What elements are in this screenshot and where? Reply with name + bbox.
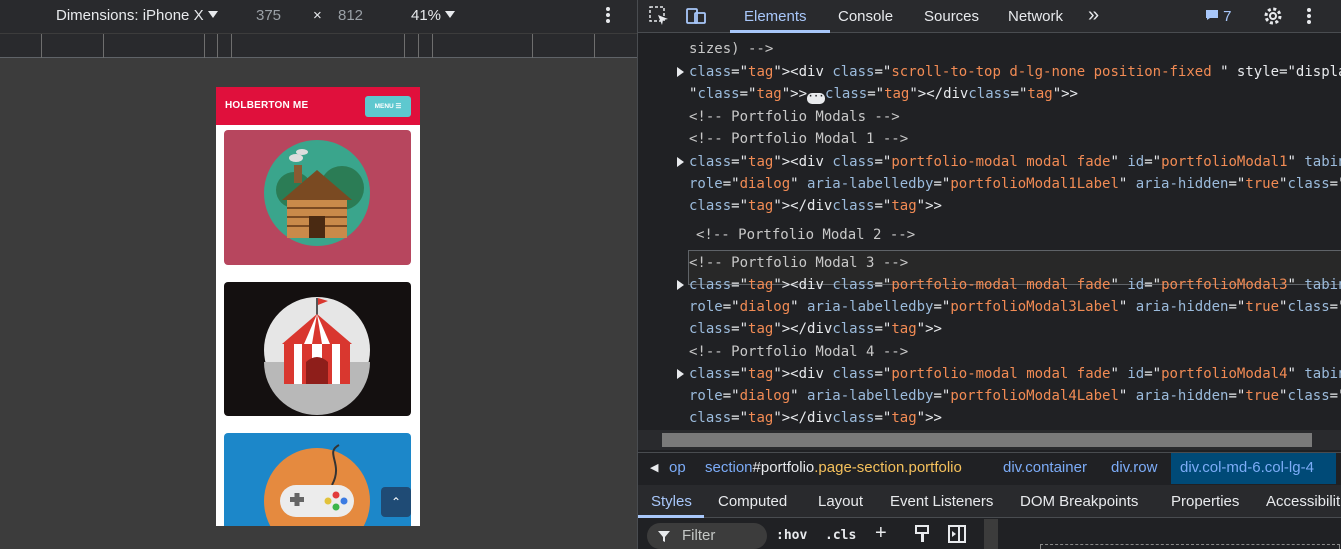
- message-icon: [1206, 10, 1218, 20]
- filter-placeholder: Filter: [682, 527, 716, 544]
- box-model-preview: [1040, 544, 1340, 549]
- toggle-sidebar-icon[interactable]: [948, 525, 966, 547]
- breadcrumb-id: #portfolio: [752, 459, 815, 476]
- issues-badge[interactable]: 7: [1205, 8, 1232, 25]
- dom-line[interactable]: class="tag"><div class="portfolio-modal …: [689, 152, 1341, 172]
- site-navbar: HOLBERTON ME MENU ☰: [216, 87, 420, 125]
- tab-network[interactable]: Network: [1008, 8, 1063, 25]
- breadcrumb-item[interactable]: op: [669, 459, 686, 476]
- chevron-down-icon: [207, 11, 218, 18]
- filter-input[interactable]: Filter: [647, 523, 767, 549]
- dom-line[interactable]: <!-- Portfolio Modal 4 -->: [689, 342, 908, 362]
- active-subtab-indicator: [638, 515, 704, 518]
- dom-line-text: role="dialog" aria-labelledby="portfolio…: [689, 388, 1341, 404]
- dom-line[interactable]: class="tag"><div class="portfolio-modal …: [689, 275, 1341, 295]
- tab-event-listeners[interactable]: Event Listeners: [890, 493, 993, 510]
- dom-line[interactable]: <!-- Portfolio Modal 3 -->: [689, 253, 908, 273]
- hov-toggle[interactable]: :hov: [776, 528, 807, 543]
- device-select[interactable]: Dimensions: iPhone X: [56, 7, 218, 24]
- breadcrumb: ◀ op section#portfolio.page-section.port…: [638, 452, 1341, 484]
- zoom-select[interactable]: 41%: [411, 7, 456, 24]
- issues-count: 7: [1223, 8, 1232, 25]
- tab-dom-breakpoints[interactable]: DOM Breakpoints: [1020, 493, 1138, 510]
- dom-line[interactable]: role="dialog" aria-labelledby="portfolio…: [689, 297, 1341, 317]
- scroll-to-top-button[interactable]: ⌃: [381, 487, 411, 517]
- times-label: ×: [313, 7, 322, 24]
- breadcrumb-item-col[interactable]: div.col-md-6.col-lg-4: [1171, 453, 1336, 484]
- tab-accessibility[interactable]: Accessibilit: [1266, 493, 1340, 510]
- expand-arrow-icon[interactable]: [677, 157, 684, 167]
- devtools-tabbar: Elements Console Sources Network » 7: [638, 0, 1341, 33]
- add-rule-button[interactable]: +: [875, 522, 887, 545]
- device-emulation-pane: Dimensions: iPhone X 375 × 812 41% HOLBE…: [0, 0, 637, 549]
- vertical-scrollbar[interactable]: [984, 519, 998, 549]
- breadcrumb-item-section[interactable]: section#portfolio.page-section.portfolio: [705, 459, 962, 476]
- breadcrumb-tag: section: [705, 459, 753, 476]
- gear-icon[interactable]: [1262, 5, 1284, 27]
- dom-line[interactable]: class="tag"><div class="portfolio-modal …: [689, 364, 1341, 384]
- paint-brush-icon[interactable]: [914, 525, 930, 547]
- dom-line[interactable]: <!-- Portfolio Modal 1 -->: [689, 129, 908, 149]
- dom-line[interactable]: class="tag"></divclass="tag">>: [689, 319, 942, 339]
- dom-line[interactable]: role="dialog" aria-labelledby="portfolio…: [689, 386, 1341, 406]
- device-select-label: Dimensions: iPhone X: [56, 7, 204, 24]
- dom-line-text: role="dialog" aria-labelledby="portfolio…: [689, 176, 1341, 192]
- scrollbar-thumb[interactable]: [662, 433, 1312, 447]
- portfolio-item-circus[interactable]: [224, 282, 411, 416]
- kebab-icon[interactable]: [604, 4, 612, 30]
- breadcrumb-scroll-left-icon[interactable]: ◀: [650, 461, 658, 474]
- circus-tent-icon: [264, 297, 370, 415]
- dom-line-text: role="dialog" aria-labelledby="portfolio…: [689, 299, 1341, 315]
- site-brand[interactable]: HOLBERTON ME: [225, 100, 308, 111]
- dom-line[interactable]: class="tag"></divclass="tag">>: [689, 196, 942, 216]
- dom-line-text: class="tag"></divclass="tag">>: [825, 86, 1078, 102]
- breadcrumb-item-row[interactable]: div.row: [1111, 459, 1157, 476]
- menu-button[interactable]: MENU ☰: [365, 96, 411, 117]
- filter-icon: [658, 531, 670, 542]
- expand-arrow-icon[interactable]: [677, 280, 684, 290]
- dom-line[interactable]: <!-- Portfolio Modals -->: [689, 107, 900, 127]
- media-query-ruler: [0, 33, 637, 58]
- horizontal-scrollbar[interactable]: [638, 430, 1341, 450]
- zoom-label: 41%: [411, 7, 442, 24]
- cls-toggle[interactable]: .cls: [825, 528, 856, 543]
- more-tabs-icon[interactable]: »: [1088, 4, 1099, 27]
- inspect-element-icon[interactable]: [648, 5, 670, 27]
- height-input[interactable]: 812: [338, 7, 363, 24]
- styles-subtabs: Styles Computed Layout Event Listeners D…: [638, 485, 1341, 518]
- devtools-panel: Elements Console Sources Network » 7 siz…: [637, 0, 1341, 549]
- tab-elements[interactable]: Elements: [744, 8, 807, 25]
- breadcrumb-item-container[interactable]: div.container: [1003, 459, 1087, 476]
- dom-line[interactable]: class="tag"></divclass="tag">>: [689, 408, 942, 428]
- portfolio-item-cabin[interactable]: [224, 130, 411, 265]
- dom-line-text: "class="tag">>: [689, 86, 808, 102]
- expand-arrow-icon[interactable]: [677, 67, 684, 77]
- tab-layout[interactable]: Layout: [818, 493, 863, 510]
- kebab-icon[interactable]: [1305, 5, 1327, 27]
- device-toolbar-icon[interactable]: [685, 5, 707, 27]
- dom-line[interactable]: sizes) -->: [689, 39, 773, 59]
- cabin-icon: [264, 140, 370, 246]
- dom-tree: sizes) --> class="tag"><div class="scrol…: [638, 34, 1341, 430]
- chevron-up-icon: ⌃: [390, 495, 402, 509]
- chevron-down-icon: [445, 11, 456, 18]
- tab-styles[interactable]: Styles: [651, 493, 692, 510]
- device-toolbar: Dimensions: iPhone X 375 × 812 41%: [0, 0, 637, 33]
- phone-viewport: HOLBERTON ME MENU ☰ ⌃: [216, 87, 420, 526]
- dom-line[interactable]: <!-- Portfolio Modal 2 -->: [696, 225, 915, 245]
- tab-computed[interactable]: Computed: [718, 493, 787, 510]
- tab-console[interactable]: Console: [838, 8, 893, 25]
- active-tab-indicator: [730, 30, 830, 33]
- tab-sources[interactable]: Sources: [924, 8, 979, 25]
- breadcrumb-class: .page-section.portfolio: [814, 459, 962, 476]
- styles-filter-bar: Filter :hov .cls +: [638, 519, 1341, 549]
- dom-line[interactable]: "class="tag">>···class="tag"></divclass=…: [689, 84, 1078, 104]
- ellipsis-icon[interactable]: ···: [807, 93, 826, 104]
- dom-line[interactable]: class="tag"><div class="scroll-to-top d-…: [689, 62, 1341, 82]
- tab-properties[interactable]: Properties: [1171, 493, 1239, 510]
- expand-arrow-icon[interactable]: [677, 369, 684, 379]
- dom-line[interactable]: role="dialog" aria-labelledby="portfolio…: [689, 174, 1341, 194]
- width-input[interactable]: 375: [256, 7, 281, 24]
